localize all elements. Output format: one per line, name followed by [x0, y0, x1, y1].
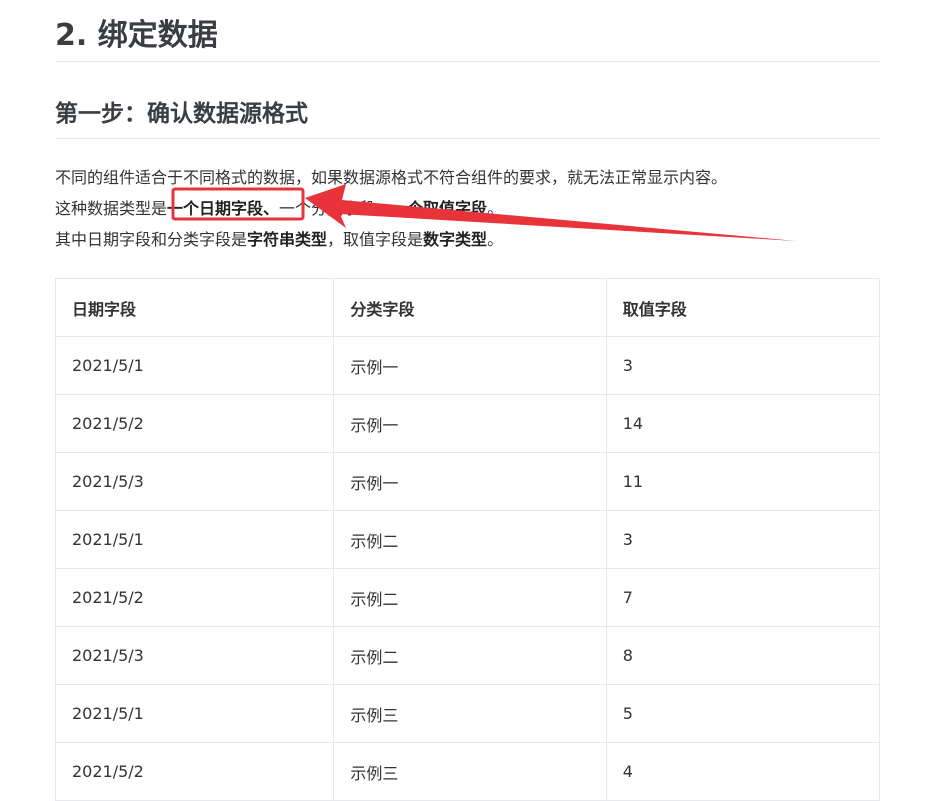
- value-cell: 5: [605, 684, 881, 743]
- date-cell: 2021/5/3: [54, 452, 335, 511]
- date-cell: 2021/5/1: [54, 684, 335, 743]
- category-cell: 示例三: [333, 684, 607, 743]
- step-title: 第一步：确认数据源格式: [55, 101, 308, 127]
- category-cell: 示例二: [333, 568, 607, 627]
- description-line-2: 这种数据类型是一个日期字段、一个分类字段、一个取值字段。: [55, 199, 504, 218]
- description-line-1: 不同的组件适合于不同格式的数据，如果数据源格式不符合组件的要求，就无法正常显示内…: [55, 168, 728, 187]
- table-row: 2021/5/1 示例三 5: [54, 684, 881, 743]
- column-header-category: 分类字段: [333, 278, 607, 337]
- value-cell: 4: [605, 742, 881, 801]
- category-cell: 示例一: [333, 452, 607, 511]
- highlighted-date-field: 一个日期字段、: [167, 199, 280, 218]
- category-cell: 示例二: [333, 510, 607, 569]
- column-header-value: 取值字段: [605, 278, 881, 337]
- table-row: 2021/5/3 示例一 11: [54, 452, 881, 511]
- category-cell: 示例一: [333, 394, 607, 453]
- data-table: 日期字段 分类字段 取值字段 2021/5/1 示例一 3 2021/5/2 示…: [54, 278, 881, 801]
- table-header-row: 日期字段 分类字段 取值字段: [54, 278, 881, 337]
- value-cell: 11: [605, 452, 881, 511]
- description-line-3: 其中日期字段和分类字段是字符串类型，取值字段是数字类型。: [55, 230, 504, 249]
- value-cell: 3: [605, 336, 881, 395]
- divider: [55, 61, 880, 62]
- date-cell: 2021/5/2: [54, 394, 335, 453]
- category-cell: 示例三: [333, 742, 607, 801]
- category-cell: 示例一: [333, 336, 607, 395]
- value-cell: 3: [605, 510, 881, 569]
- table-row: 2021/5/1 示例一 3: [54, 336, 881, 395]
- table-row: 2021/5/2 示例三 4: [54, 742, 881, 801]
- column-header-date: 日期字段: [54, 278, 335, 337]
- value-cell: 7: [605, 568, 881, 627]
- description-paragraph: 不同的组件适合于不同格式的数据，如果数据源格式不符合组件的要求，就无法正常显示内…: [55, 162, 727, 255]
- date-cell: 2021/5/2: [54, 568, 335, 627]
- value-cell: 8: [605, 626, 881, 685]
- date-cell: 2021/5/2: [54, 742, 335, 801]
- category-cell: 示例二: [333, 626, 607, 685]
- table-row: 2021/5/1 示例二 3: [54, 510, 881, 569]
- table-row: 2021/5/2 示例二 7: [54, 568, 881, 627]
- date-cell: 2021/5/1: [54, 336, 335, 395]
- table-row: 2021/5/3 示例二 8: [54, 626, 881, 685]
- value-cell: 14: [605, 394, 881, 453]
- divider: [55, 138, 880, 139]
- section-title: 2. 绑定数据: [55, 18, 218, 53]
- date-cell: 2021/5/1: [54, 510, 335, 569]
- table-row: 2021/5/2 示例一 14: [54, 394, 881, 453]
- date-cell: 2021/5/3: [54, 626, 335, 685]
